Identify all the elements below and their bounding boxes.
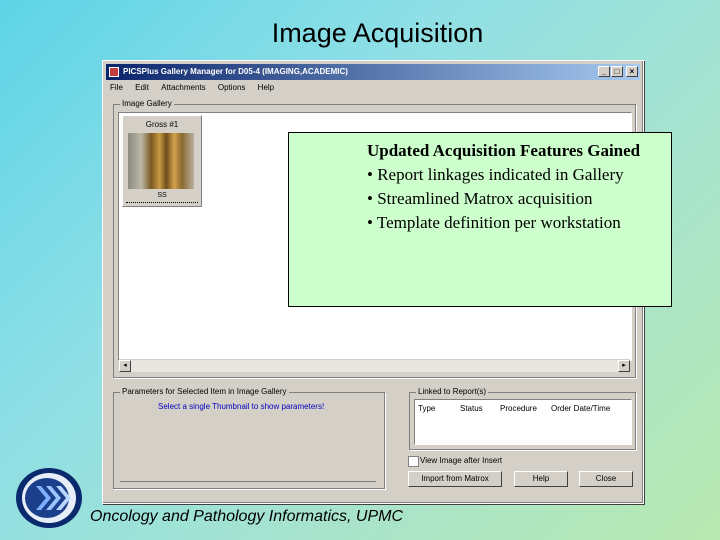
callout-item: • Streamlined Matrox acquisition <box>367 189 593 208</box>
parameters-divider <box>120 481 376 482</box>
thumbnail-sublabel: SS <box>157 192 167 199</box>
thumbnail-label: Gross #1 <box>145 120 179 129</box>
features-callout: Updated Acquisition Features Gained • Re… <box>288 132 672 307</box>
close-window-button[interactable]: × <box>626 66 638 77</box>
thumbnail-image <box>128 133 194 189</box>
maximize-button[interactable]: □ <box>611 66 623 77</box>
callout-text: Updated Acquisition Features Gained • Re… <box>367 139 657 235</box>
gallery-thumbnail[interactable]: Gross #1 SS <box>122 115 202 207</box>
callout-heading: Updated Acquisition Features Gained <box>367 141 641 160</box>
view-image-checkbox-label: View Image after Insert <box>420 456 503 465</box>
upmc-logo <box>16 468 82 528</box>
menu-help[interactable]: Help <box>258 83 274 92</box>
close-button[interactable]: Close <box>579 471 633 487</box>
view-image-checkbox[interactable] <box>408 456 419 467</box>
window-titlebar[interactable]: PICSPlus Gallery Manager for D05-4 (IMAG… <box>106 64 640 80</box>
scroll-right-arrow-icon[interactable]: ▸ <box>618 360 630 372</box>
column-header-type[interactable]: Type <box>418 404 435 413</box>
slide-footer: Oncology and Pathology Informatics, UPMC <box>90 508 404 525</box>
callout-item: • Template definition per workstation <box>367 213 621 232</box>
scroll-left-arrow-icon[interactable]: ◂ <box>119 360 131 372</box>
parameters-legend: Parameters for Selected Item in Image Ga… <box>120 387 289 397</box>
menu-file[interactable]: File <box>110 83 123 92</box>
app-icon <box>109 67 119 77</box>
menu-attachments[interactable]: Attachments <box>161 83 205 92</box>
column-header-status[interactable]: Status <box>460 404 483 413</box>
linked-reports-legend: Linked to Report(s) <box>416 387 489 397</box>
menu-options[interactable]: Options <box>218 83 246 92</box>
import-from-matrox-button[interactable]: Import from Matrox <box>408 471 502 487</box>
column-header-procedure[interactable]: Procedure <box>500 404 537 413</box>
thumbnail-selection-outline <box>126 202 198 203</box>
help-button[interactable]: Help <box>514 471 568 487</box>
parameters-hint: Select a single Thumbnail to show parame… <box>158 402 325 411</box>
column-header-order-date[interactable]: Order Date/Time <box>551 404 610 413</box>
slide-title: Image Acquisition <box>271 18 484 48</box>
menubar: File Edit Attachments Options Help <box>106 81 640 95</box>
image-gallery-legend: Image Gallery <box>120 99 174 109</box>
minimize-button[interactable]: _ <box>598 66 610 77</box>
gallery-horizontal-scrollbar[interactable]: ◂ ▸ <box>119 359 630 372</box>
callout-item: • Report linkages indicated in Gallery <box>367 165 624 184</box>
window-title: PICSPlus Gallery Manager for D05-4 (IMAG… <box>123 67 348 76</box>
menu-edit[interactable]: Edit <box>135 83 149 92</box>
